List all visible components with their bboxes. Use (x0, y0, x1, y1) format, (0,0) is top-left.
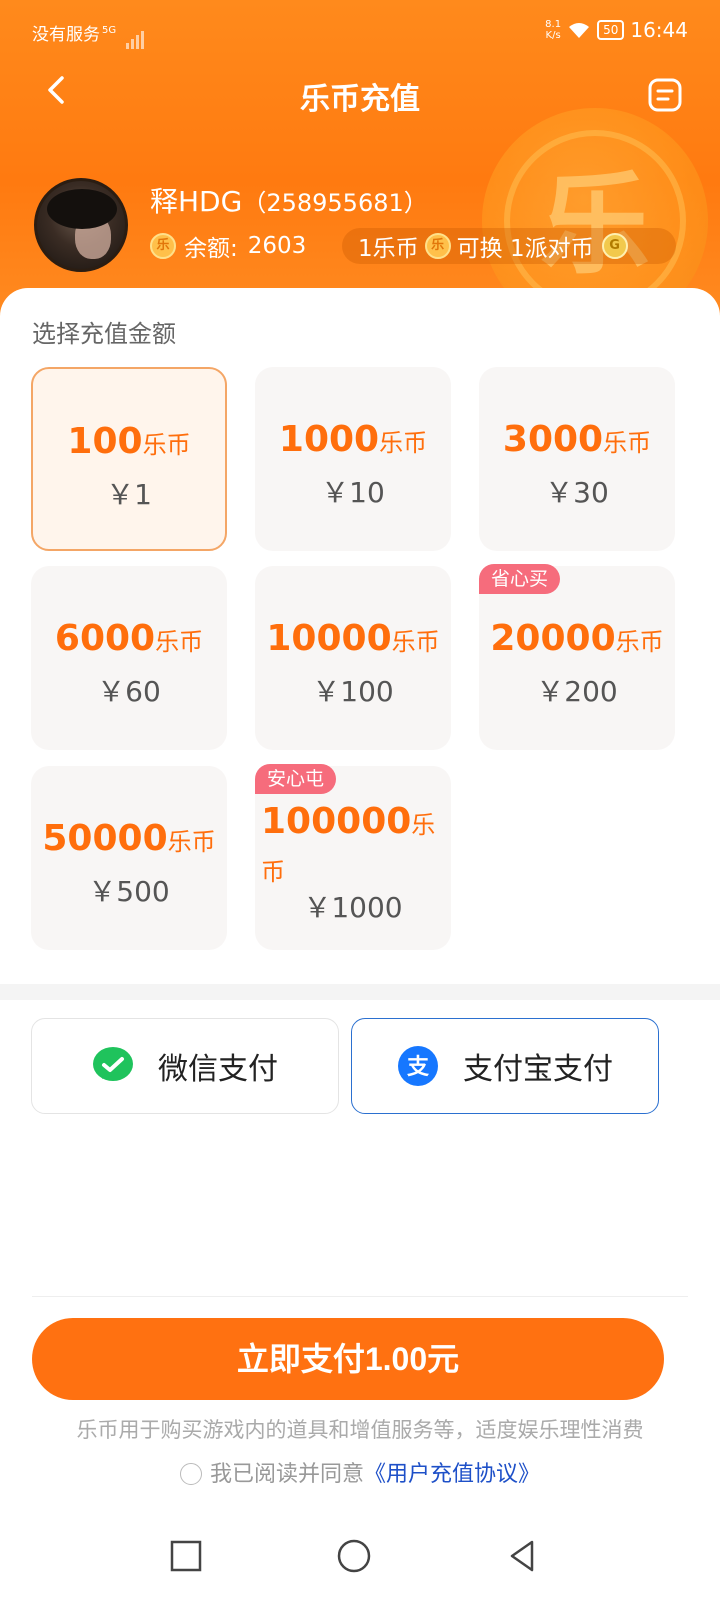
option-price: ￥30 (545, 476, 609, 509)
recharge-option-3000[interactable]: 3000乐币 ￥30 (479, 367, 675, 551)
records-icon[interactable] (648, 78, 682, 112)
recharge-option-20000[interactable]: 省心买 20000乐币 ￥200 (479, 564, 675, 750)
alipay-label: 支付宝支付 (463, 1052, 613, 1087)
system-navigation-bar (0, 1520, 720, 1600)
balance-label: 余额: (184, 236, 238, 262)
page-title: 乐币充值 (300, 82, 420, 117)
bottom-divider (32, 1296, 688, 1297)
option-coins: 100000乐币 (261, 801, 436, 886)
large-coin-glyph: 乐 (540, 161, 650, 289)
back-triangle-icon[interactable] (502, 1536, 542, 1576)
recharge-option-100[interactable]: 100乐币 ￥1 (31, 367, 227, 551)
usage-notice: 乐币用于购买游戏内的道具和增值服务等，适度娱乐理性消费 (76, 1418, 644, 1442)
wechat-pay-label: 微信支付 (158, 1052, 278, 1087)
user-name: 释HDG（258955681） (150, 180, 428, 220)
agreement-checkbox[interactable] (179, 1463, 202, 1485)
option-coins: 3000乐币 (502, 419, 652, 460)
pay-now-button[interactable]: 立即支付1.00元 (32, 1318, 664, 1400)
avatar[interactable] (34, 178, 128, 272)
option-price: ￥1 (106, 478, 152, 511)
recharge-option-6000[interactable]: 6000乐币 ￥60 (31, 566, 227, 750)
alipay-button[interactable]: 支 支付宝支付 (351, 1018, 659, 1114)
battery-icon: 50 (597, 20, 625, 40)
option-coins: 10000乐币 (266, 618, 440, 659)
clock: 16:44 (630, 18, 688, 42)
home-icon[interactable] (334, 1536, 374, 1576)
recent-apps-icon[interactable] (166, 1536, 206, 1576)
balance-row: 乐 余额: 2603 (150, 230, 306, 262)
carrier-text: 没有服务 (32, 25, 100, 45)
recharge-option-10000[interactable]: 10000乐币 ￥100 (255, 566, 451, 750)
option-price: ￥200 (536, 675, 618, 708)
agreement-prefix: 我已阅读并同意 (209, 1462, 364, 1487)
option-coins: 50000乐币 (42, 818, 216, 859)
option-price: ￥10 (321, 476, 385, 509)
network-type: 5G (102, 25, 117, 37)
avatar-hair (47, 189, 117, 229)
option-price: ￥100 (312, 675, 394, 708)
option-price: ￥500 (88, 875, 170, 908)
svg-text:支: 支 (407, 1055, 430, 1080)
option-coins: 100乐币 (67, 421, 191, 462)
recharge-option-50000[interactable]: 50000乐币 ￥500 (31, 766, 227, 950)
option-price: ￥60 (97, 675, 161, 708)
exchange-left: 1乐币 (358, 236, 419, 262)
section-divider (0, 984, 720, 1000)
exchange-rate-pill: 1乐币 乐 可换 1派对币 G (342, 228, 676, 264)
exchange-middle: 可换 1派对币 (456, 236, 594, 262)
wifi-icon (569, 23, 590, 38)
section-label: 选择充值金额 (32, 320, 176, 348)
user-nickname: 释HDG (150, 185, 243, 218)
user-id: （258955681） (242, 189, 428, 217)
system-status: 8.1 K/s 50 16:44 (545, 18, 688, 42)
option-tag: 安心屯 (255, 764, 337, 794)
option-coins: 6000乐币 (54, 618, 204, 659)
option-coins: 1000乐币 (278, 419, 428, 460)
balance-value: 2603 (247, 233, 307, 259)
agreement-row: 我已阅读并同意《用户充值协议》 (0, 1456, 720, 1488)
option-tag: 省心买 (479, 564, 561, 594)
party-coin-icon: G (601, 233, 628, 259)
agreement-link[interactable]: 《用户充值协议》 (364, 1462, 540, 1487)
status-bar: 没有服务 5G 8.1 K/s 50 16:44 (0, 0, 720, 62)
carrier-status: 没有服务 5G (32, 20, 146, 49)
le-coin-icon: 乐 (424, 233, 451, 259)
net-speed: 8.1 K/s (545, 19, 562, 41)
wechat-icon (93, 1047, 133, 1081)
signal-icon (125, 29, 146, 49)
le-coin-icon: 乐 (150, 233, 176, 259)
option-coins: 20000乐币 (490, 618, 664, 659)
wechat-pay-button[interactable]: 微信支付 (31, 1018, 339, 1114)
recharge-option-1000[interactable]: 1000乐币 ￥10 (255, 367, 451, 551)
option-price: ￥1000 (303, 891, 403, 924)
recharge-option-100000[interactable]: 安心屯 100000乐币 ￥1000 (255, 764, 451, 950)
alipay-icon: 支 (398, 1046, 438, 1086)
